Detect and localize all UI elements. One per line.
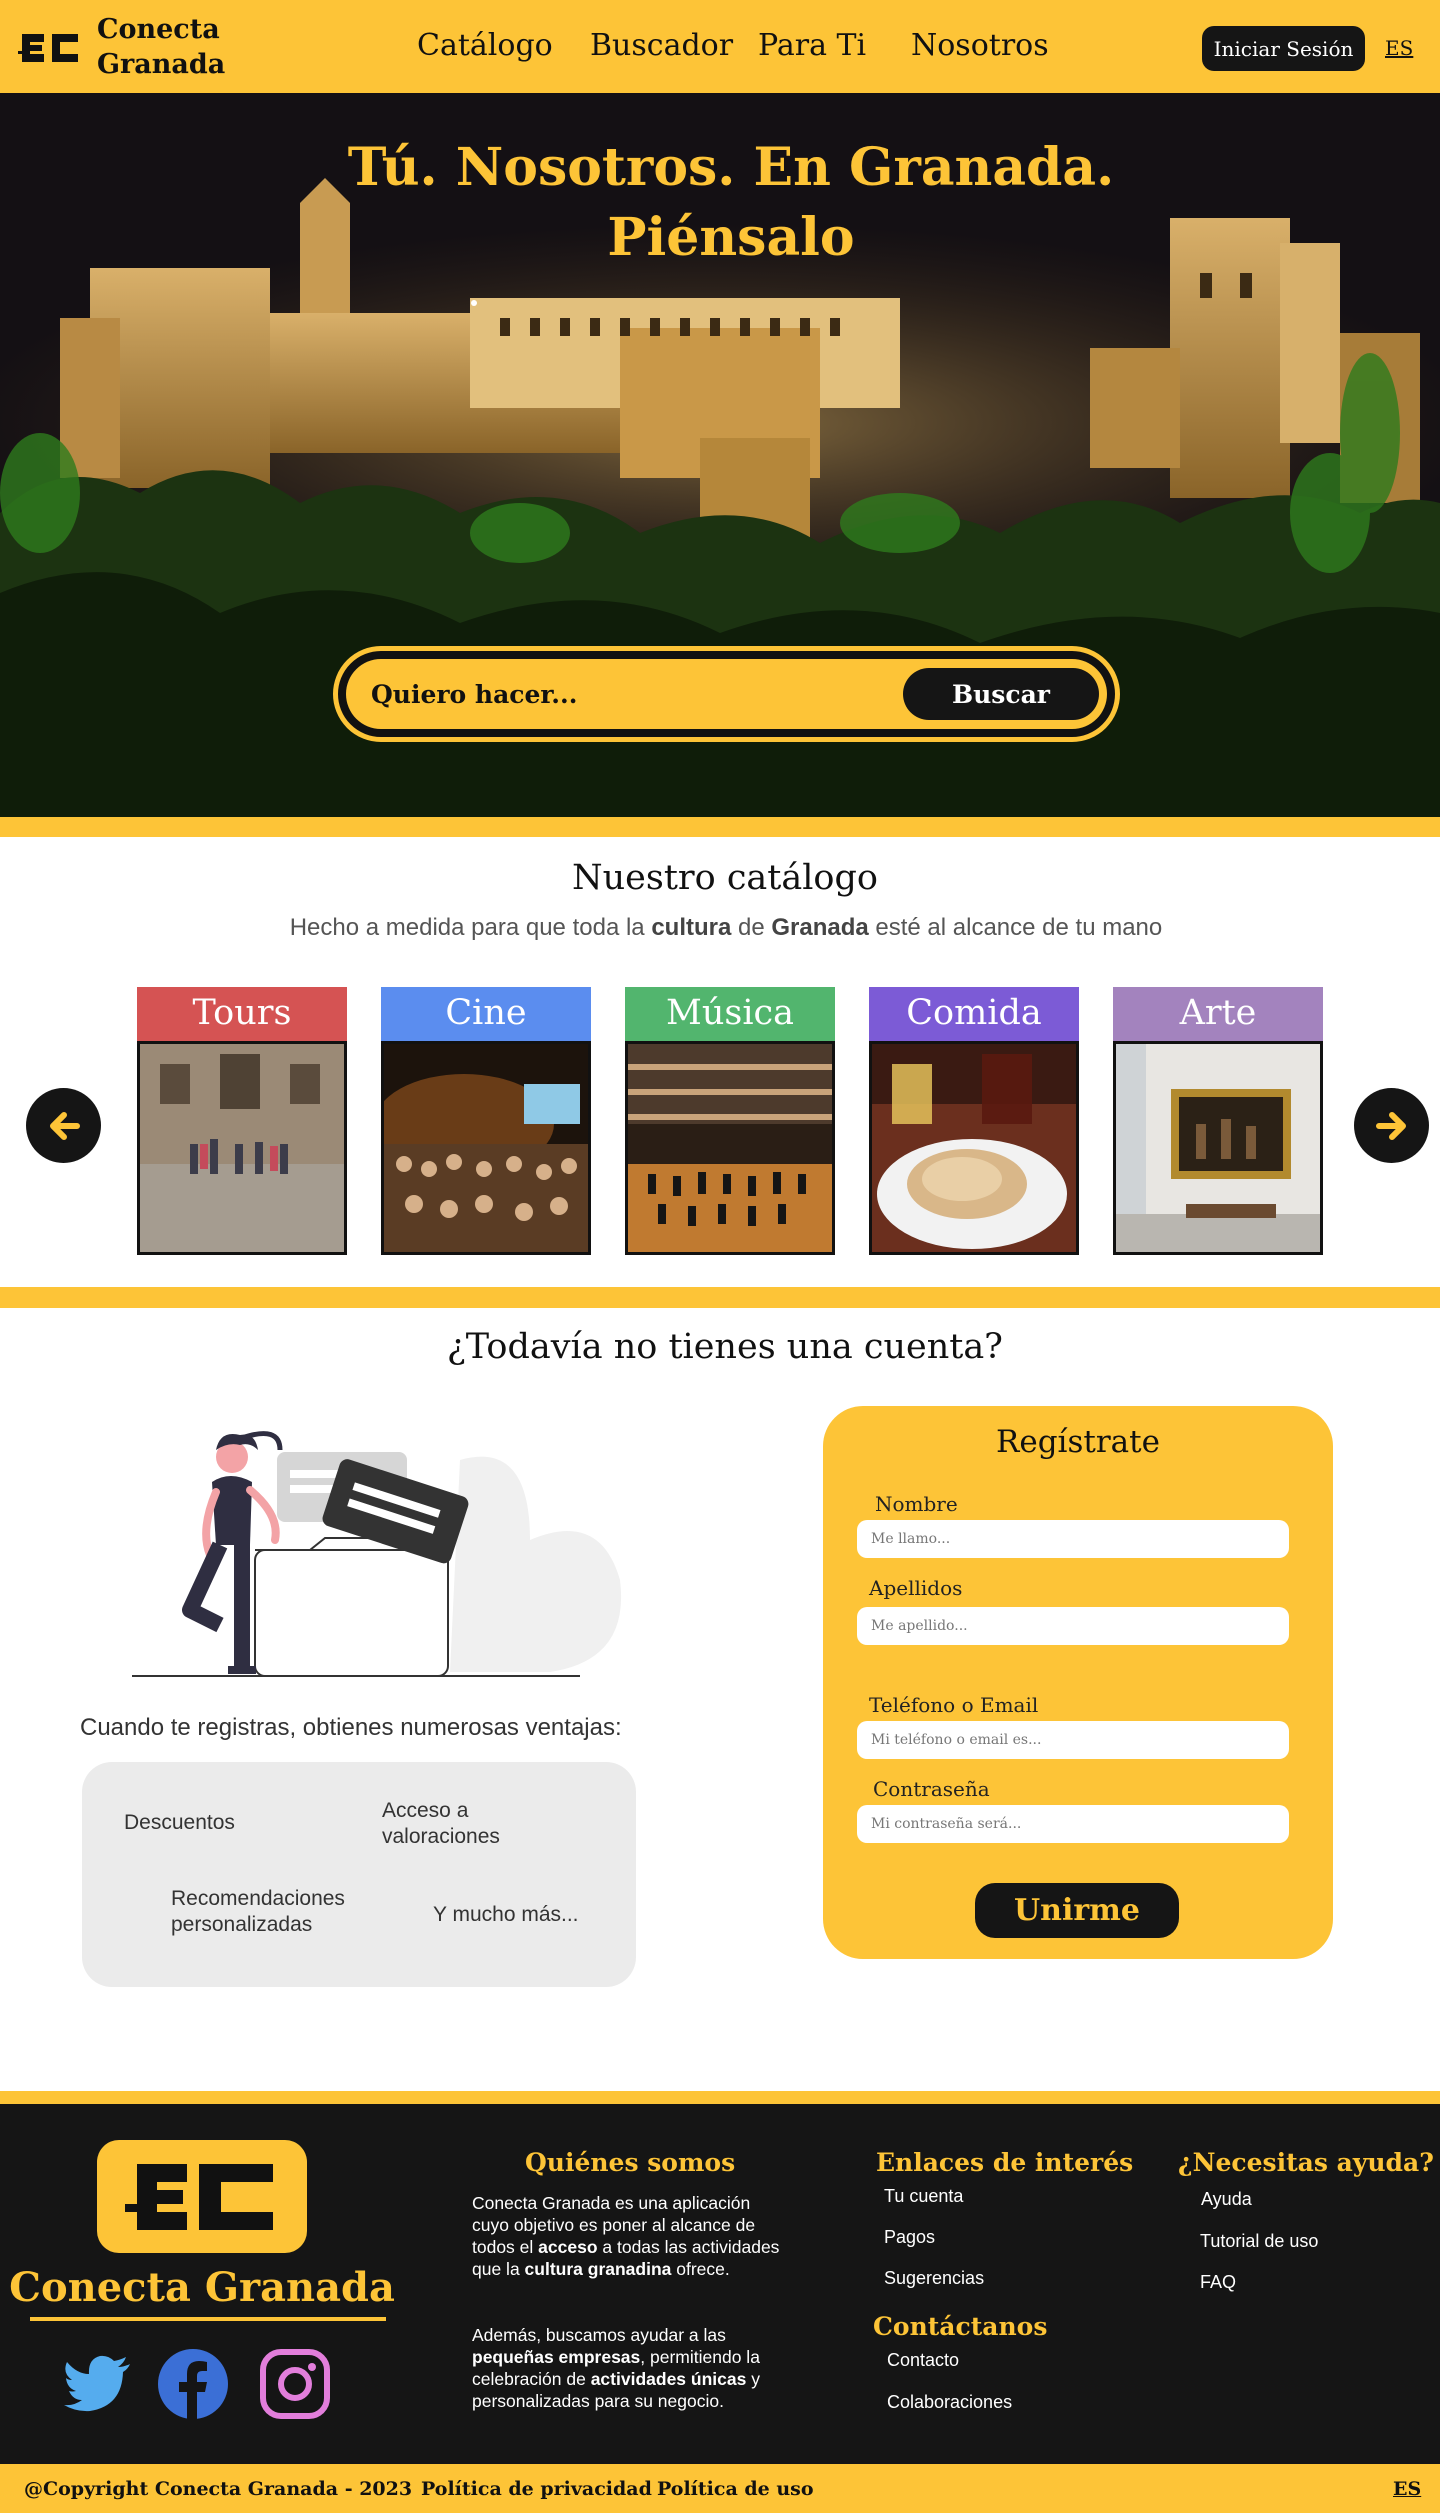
link-ayuda[interactable]: Ayuda — [1201, 2189, 1252, 2210]
register-title: Regístrate — [996, 1424, 1160, 1460]
about-paragraph-2: Además, buscamos ayudar a las pequeñas e… — [472, 2325, 760, 2411]
instagram-icon[interactable] — [259, 2348, 331, 2420]
bottom-bar: @Copyright Conecta Granada - 2023 Políti… — [0, 2464, 1440, 2513]
about-paragraph-1: Conecta Granada es una aplicación cuyo o… — [472, 2193, 780, 2279]
links-title: Enlaces de interés — [876, 2148, 1134, 2177]
nav-catalogo[interactable]: Catálogo — [417, 28, 553, 63]
arrow-right-icon — [1375, 1111, 1406, 1140]
catalog-card-musica[interactable]: Música — [625, 987, 835, 1255]
apellidos-label: Apellidos — [869, 1576, 963, 1600]
top-navbar: Conecta Granada Catálogo Buscador Para T… — [0, 0, 1440, 93]
contrasena-label: Contraseña — [873, 1777, 990, 1801]
benefits-box: Descuentos Acceso a valoraciones Recomen… — [82, 1762, 636, 1987]
carousel-next-button[interactable] — [1354, 1088, 1429, 1163]
apellidos-input[interactable] — [857, 1607, 1289, 1645]
password-input[interactable] — [857, 1805, 1289, 1843]
link-tu-cuenta[interactable]: Tu cuenta — [884, 2186, 963, 2207]
catalog-card-comida[interactable]: Comida — [869, 987, 1079, 1255]
link-sugerencias[interactable]: Sugerencias — [884, 2268, 984, 2289]
footer-brand: Conecta Granada — [9, 2264, 395, 2311]
conecta-granada-logo-icon[interactable] — [18, 30, 82, 66]
benefit-valoraciones: Acceso a valoraciones — [382, 1799, 500, 1848]
yellow-divider — [0, 817, 1440, 837]
facebook-icon[interactable] — [157, 2348, 229, 2420]
musica-image — [625, 1041, 835, 1255]
nav-buscador[interactable]: Buscador — [590, 28, 733, 63]
nombre-input[interactable] — [857, 1520, 1289, 1558]
help-title: ¿Necesitas ayuda? — [1178, 2148, 1434, 2177]
login-button[interactable]: Iniciar Sesión — [1202, 26, 1365, 71]
about-title: Quiénes somos — [525, 2148, 736, 2177]
arrow-left-icon — [49, 1111, 80, 1140]
conecta-granada-logo-icon — [125, 2164, 273, 2230]
yellow-divider — [0, 1287, 1440, 1308]
telefono-email-input[interactable] — [857, 1721, 1289, 1759]
footer-language-selector[interactable]: ES — [1393, 2478, 1421, 2500]
copyright: @Copyright Conecta Granada - 2023 — [24, 2478, 413, 2500]
hero-search-bar: Buscar — [333, 646, 1120, 742]
catalog-card-cine[interactable]: Cine — [381, 987, 591, 1255]
benefit-mucho-mas: Y mucho más... — [433, 1903, 579, 1926]
arte-image — [1113, 1041, 1323, 1255]
nombre-label: Nombre — [875, 1492, 958, 1516]
carousel-prev-button[interactable] — [26, 1088, 101, 1163]
cine-image — [381, 1041, 591, 1255]
hero-title: Tú. Nosotros. En Granada. Piénsalo — [347, 137, 1115, 268]
footer-brand-underline — [30, 2317, 386, 2321]
footer-logo[interactable] — [97, 2140, 307, 2253]
hero-banner: Tú. Nosotros. En Granada. Piénsalo Busca… — [0, 93, 1440, 817]
brand-name[interactable]: Conecta Granada — [97, 12, 225, 82]
tours-image — [137, 1041, 347, 1255]
footer: Conecta Granada Quiénes somos Conecta Gr… — [0, 2104, 1440, 2464]
contact-title: Contáctanos — [873, 2312, 1048, 2341]
register-form: Regístrate Nombre Apellidos Teléfono o E… — [823, 1406, 1333, 1959]
catalog-subtitle: Hecho a medida para que toda la cultura … — [289, 914, 1163, 941]
search-input[interactable] — [371, 669, 871, 719]
link-pagos[interactable]: Pagos — [884, 2227, 935, 2248]
terms-link[interactable]: Política de uso — [657, 2478, 814, 2500]
comida-image — [869, 1041, 1079, 1255]
account-title: ¿Todavía no tienes una cuenta? — [447, 1327, 1003, 1367]
nav-para-ti[interactable]: Para Ti — [758, 28, 866, 63]
language-selector[interactable]: ES — [1385, 36, 1413, 60]
join-button[interactable]: Unirme — [975, 1883, 1179, 1938]
link-contacto[interactable]: Contacto — [887, 2350, 959, 2371]
benefit-descuentos: Descuentos — [124, 1811, 235, 1834]
search-button[interactable]: Buscar — [903, 668, 1099, 720]
privacy-link[interactable]: Política de privacidad — [421, 2478, 652, 2500]
benefits-intro: Cuando te registras, obtienes numerosas … — [80, 1714, 622, 1741]
link-faq[interactable]: FAQ — [1200, 2272, 1236, 2293]
catalog-card-arte[interactable]: Arte — [1113, 987, 1323, 1255]
link-colaboraciones[interactable]: Colaboraciones — [887, 2392, 1012, 2413]
twitter-icon[interactable] — [62, 2348, 134, 2420]
nav-nosotros[interactable]: Nosotros — [911, 28, 1049, 63]
benefit-recomendaciones: Recomendaciones personalizadas — [171, 1887, 345, 1936]
contacto-label: Teléfono o Email — [869, 1693, 1039, 1717]
registration-illustration — [132, 1431, 622, 1677]
yellow-divider — [0, 2091, 1440, 2104]
link-tutorial[interactable]: Tutorial de uso — [1200, 2231, 1318, 2252]
catalog-card-tours[interactable]: Tours — [137, 987, 347, 1255]
catalog-title: Nuestro catálogo — [572, 858, 878, 898]
